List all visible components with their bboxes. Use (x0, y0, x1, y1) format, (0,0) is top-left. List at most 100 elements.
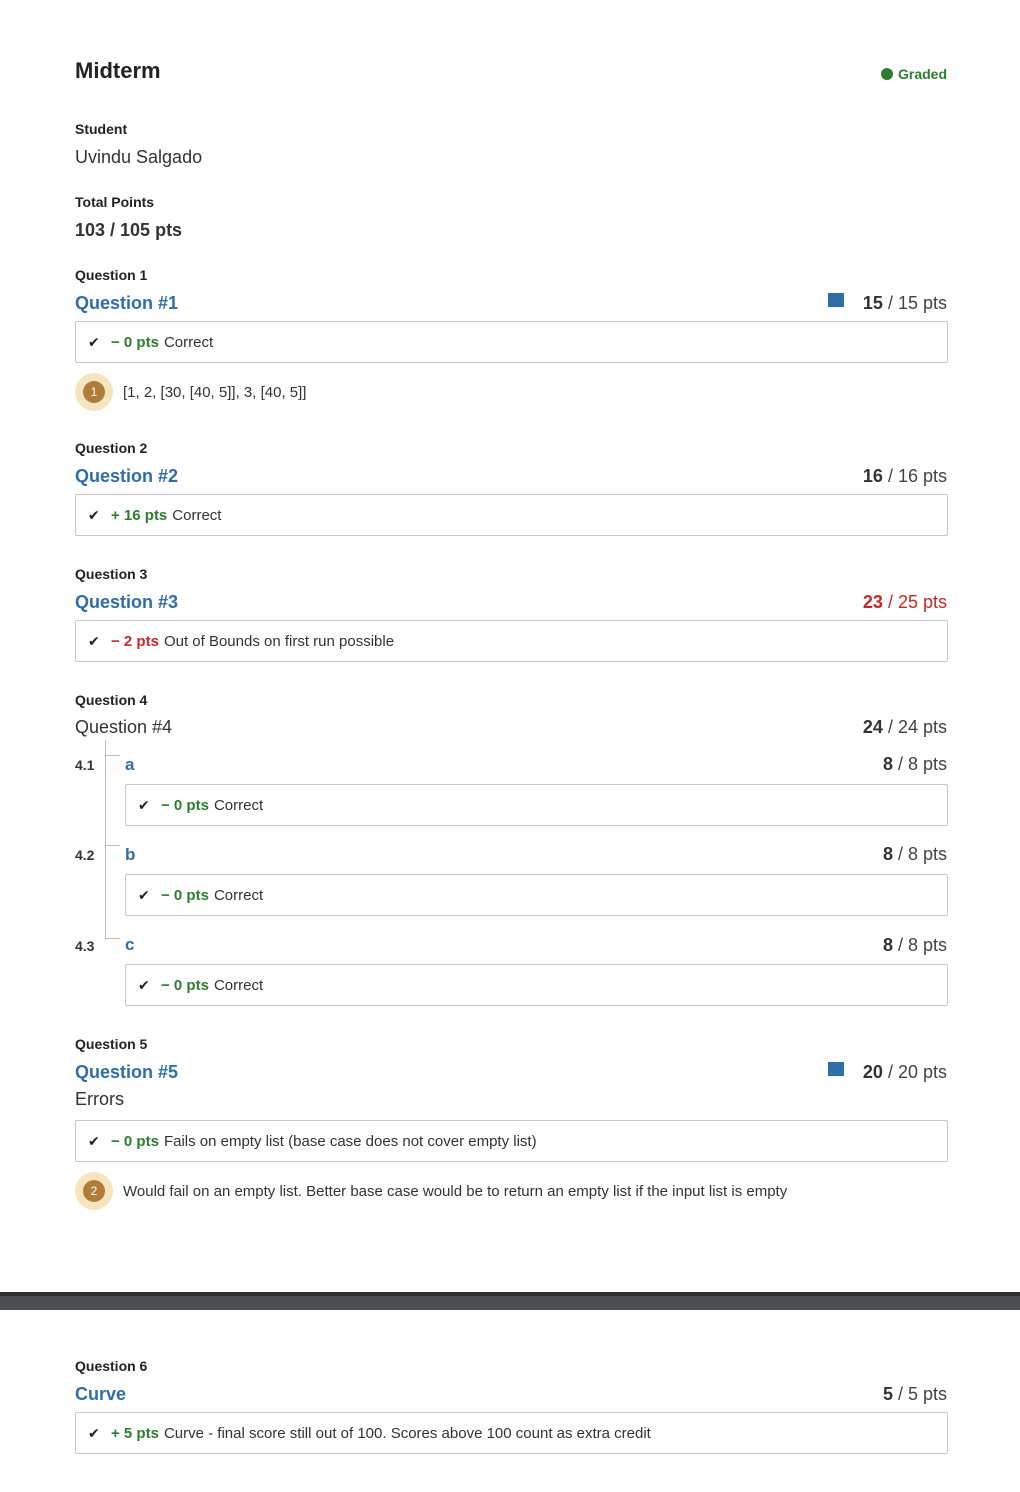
check-icon: ✔ (138, 976, 150, 993)
subquestion-4-2-score: 8 / 8 pts (883, 844, 947, 865)
question-5-earned: 20 (862, 1062, 883, 1082)
comment-text: [1, 2, [30, [40, 5]], 3, [40, 5]] (123, 383, 307, 401)
rubric-text: Curve - final score still out of 100. Sc… (163, 1424, 651, 1442)
subquestion-tree-branch (106, 938, 120, 939)
status-badge: Graded (880, 66, 947, 82)
question-6-score: 5 / 5 pts (883, 1384, 947, 1405)
subquestion-4-3-score: 8 / 8 pts (883, 935, 947, 956)
question-6-title[interactable]: Curve (75, 1384, 126, 1405)
subquestion-4-2-title[interactable]: b (125, 845, 135, 865)
total-points-label: Total Points (75, 194, 155, 210)
question-3-earned: 23 (862, 592, 883, 612)
question-2-earned: 16 (862, 466, 883, 486)
question-5-rubric-item[interactable]: ✔ − 0 pts Fails on empty list (base case… (75, 1120, 948, 1162)
check-icon: ✔ (138, 796, 150, 813)
rubric-points: − 0 pts (161, 796, 209, 814)
subquestion-tree-branch (106, 755, 120, 756)
rubric-text: Correct (172, 506, 222, 524)
question-6-possible: / 5 pts (892, 1384, 947, 1404)
question-4-earned: 24 (862, 717, 883, 737)
comment-badge[interactable]: 2 (75, 1172, 113, 1210)
question-2-label: Question 2 (75, 440, 148, 456)
graded-dot-icon (880, 68, 893, 80)
rubric-text: Correct (213, 886, 264, 904)
question-1-title[interactable]: Question #1 (75, 293, 178, 314)
question-1-possible: / 15 pts (882, 293, 947, 313)
question-5-label: Question 5 (75, 1036, 148, 1052)
question-1-earned: 15 (862, 293, 883, 313)
question-6-rubric-item[interactable]: ✔ + 5 pts Curve - final score still out … (75, 1412, 948, 1454)
subquestion-4-3-possible: / 8 pts (892, 935, 947, 955)
comment-badge[interactable]: 1 (75, 373, 113, 411)
page-title: Midterm (75, 58, 161, 83)
subquestion-4-1-possible: / 8 pts (892, 754, 947, 774)
rubric-points: − 2 pts (111, 632, 159, 650)
subquestion-4-2-earned: 8 (882, 844, 893, 864)
subquestion-4-3-title[interactable]: c (125, 935, 134, 955)
rubric-points: − 0 pts (161, 886, 209, 904)
comment-text: Would fail on an empty list. Better base… (123, 1182, 788, 1200)
question-4-label: Question 4 (75, 692, 148, 708)
comment-flag-icon[interactable] (828, 1062, 844, 1076)
subquestion-4-1-rubric-item[interactable]: ✔ − 0 pts Correct (125, 784, 948, 826)
comment-number: 2 (83, 1180, 105, 1202)
question-2-score: 16 / 16 pts (863, 466, 947, 487)
subquestion-4-1-title[interactable]: a (125, 755, 134, 775)
check-icon: ✔ (88, 632, 100, 649)
question-2-possible: / 16 pts (882, 466, 947, 486)
rubric-points: + 5 pts (111, 1424, 159, 1442)
question-4-score: 24 / 24 pts (863, 717, 947, 738)
check-icon: ✔ (88, 333, 100, 350)
question-2-title[interactable]: Question #2 (75, 466, 178, 487)
question-5-score: 20 / 20 pts (863, 1062, 947, 1083)
question-3-possible: / 25 pts (882, 592, 947, 612)
question-2-rubric-item[interactable]: ✔ + 16 pts Correct (75, 494, 948, 536)
subquestion-tree-line (105, 740, 106, 940)
total-points-value: 103 / 105 pts (75, 220, 183, 240)
question-3-score: 23 / 25 pts (863, 592, 947, 613)
question-5-comment[interactable]: 2 Would fail on an empty list. Better ba… (75, 1172, 787, 1210)
question-4-possible: / 24 pts (882, 717, 947, 737)
rubric-points: − 0 pts (161, 976, 209, 994)
rubric-text: Correct (213, 976, 264, 994)
question-5-title[interactable]: Question #5 (75, 1062, 178, 1083)
subquestion-4-2-possible: / 8 pts (892, 844, 947, 864)
subquestion-4-1-number: 4.1 (75, 757, 95, 773)
subquestion-4-1-earned: 8 (882, 754, 893, 774)
question-5-subtext: Errors (75, 1089, 124, 1109)
rubric-points: − 0 pts (111, 1132, 159, 1150)
subquestion-4-3-earned: 8 (882, 935, 893, 955)
subquestion-4-1-score: 8 / 8 pts (883, 754, 947, 775)
subquestion-4-2-rubric-item[interactable]: ✔ − 0 pts Correct (125, 874, 948, 916)
subquestion-4-3-rubric-item[interactable]: ✔ − 0 pts Correct (125, 964, 948, 1006)
question-6-label: Question 6 (75, 1358, 148, 1374)
page-divider (0, 1292, 1020, 1310)
comment-flag-icon[interactable] (828, 293, 844, 307)
question-3-rubric-item[interactable]: ✔ − 2 pts Out of Bounds on first run pos… (75, 620, 948, 662)
question-3-title[interactable]: Question #3 (75, 592, 178, 613)
question-1-score: 15 / 15 pts (863, 293, 947, 314)
check-icon: ✔ (88, 506, 100, 523)
subquestion-4-2-number: 4.2 (75, 847, 95, 863)
student-label: Student (75, 121, 128, 137)
status-label: Graded (897, 66, 947, 82)
question-1-rubric-item[interactable]: ✔ − 0 pts Correct (75, 321, 948, 363)
question-1-label: Question 1 (75, 267, 148, 283)
rubric-text: Out of Bounds on first run possible (163, 632, 395, 650)
question-1-comment[interactable]: 1 [1, 2, [30, [40, 5]], 3, [40, 5]] (75, 373, 306, 411)
subquestion-tree-branch (106, 845, 120, 846)
check-icon: ✔ (88, 1132, 100, 1149)
question-4-title: Question #4 (75, 717, 173, 737)
rubric-text: Fails on empty list (base case does not … (163, 1132, 537, 1150)
question-6-earned: 5 (882, 1384, 893, 1404)
check-icon: ✔ (88, 1424, 100, 1441)
rubric-points: + 16 pts (111, 506, 168, 524)
student-name: Uvindu Salgado (75, 147, 203, 167)
comment-number: 1 (83, 381, 105, 403)
rubric-text: Correct (213, 796, 264, 814)
rubric-text: Correct (163, 333, 214, 351)
rubric-points: − 0 pts (111, 333, 159, 351)
question-3-label: Question 3 (75, 566, 148, 582)
check-icon: ✔ (138, 886, 150, 903)
subquestion-4-3-number: 4.3 (75, 938, 95, 954)
